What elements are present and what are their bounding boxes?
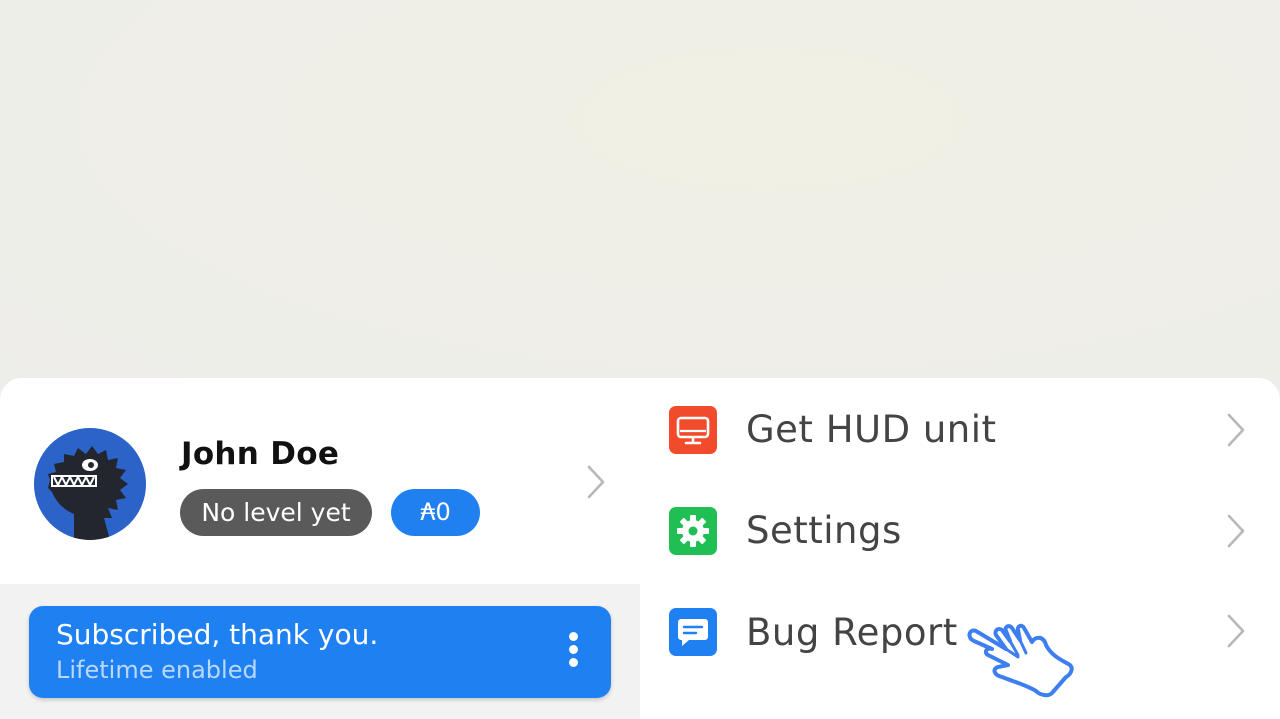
- monitor-icon: [669, 406, 717, 454]
- subscription-area: Subscribed, thank you. Lifetime enabled: [0, 584, 640, 719]
- chevron-right-icon: [587, 465, 605, 499]
- subscription-subtitle: Lifetime enabled: [56, 656, 258, 684]
- chevron-right-icon: [1227, 614, 1245, 648]
- menu-item-settings[interactable]: Settings: [640, 481, 1280, 581]
- background-image: [0, 0, 1280, 400]
- chevron-right-icon: [1227, 514, 1245, 548]
- more-options-icon[interactable]: [565, 632, 581, 674]
- chat-bubble-icon: [669, 608, 717, 656]
- level-badge: No level yet: [180, 489, 372, 536]
- menu-item-label: Get HUD unit: [746, 408, 997, 451]
- user-name: John Doe: [181, 436, 340, 472]
- menu-item-label: Settings: [746, 509, 902, 552]
- subscription-card[interactable]: Subscribed, thank you. Lifetime enabled: [29, 606, 611, 698]
- bottom-sheet: John Doe No level yet ₳0 Subscribed, tha…: [0, 378, 1280, 719]
- monster-avatar-icon: [34, 428, 146, 540]
- profile-row[interactable]: John Doe No level yet ₳0: [0, 378, 640, 584]
- menu-list: Get HUD unit Settings Bug Report: [640, 378, 1280, 719]
- subscription-title: Subscribed, thank you.: [56, 618, 379, 651]
- pointing-hand-icon: [967, 623, 1074, 698]
- coin-balance-badge: ₳0: [391, 489, 480, 536]
- avatar[interactable]: [34, 428, 146, 540]
- left-pane: John Doe No level yet ₳0 Subscribed, tha…: [0, 378, 640, 719]
- menu-item-bug-report[interactable]: Bug Report: [640, 583, 1280, 683]
- menu-item-label: Bug Report: [746, 611, 958, 654]
- gear-icon: [669, 507, 717, 555]
- chevron-right-icon: [1227, 413, 1245, 447]
- menu-item-get-hud-unit[interactable]: Get HUD unit: [640, 380, 1280, 480]
